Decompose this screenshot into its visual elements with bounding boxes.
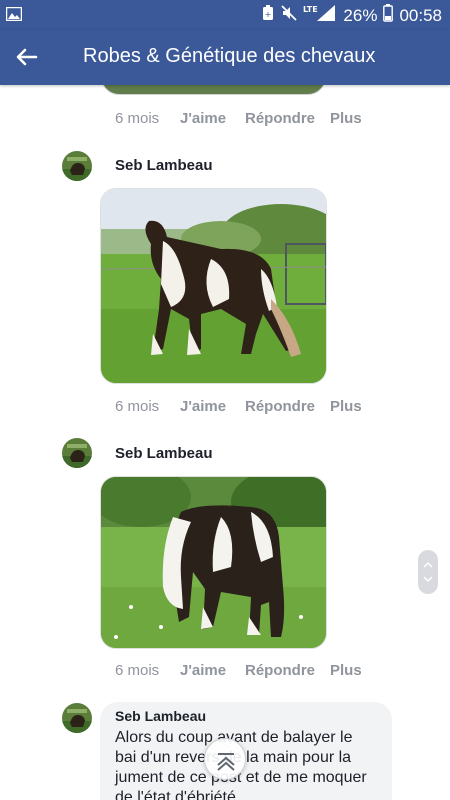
chevron-up-icon	[217, 753, 235, 771]
comment-author[interactable]: Seb Lambeau	[115, 445, 213, 462]
comment-photo[interactable]	[100, 188, 327, 384]
comment-time[interactable]: 6 mois	[115, 662, 180, 679]
comment-author[interactable]: Seb Lambeau	[115, 157, 213, 174]
comment-actions: 6 mois J'aime Répondre Plus	[115, 110, 362, 127]
mute-icon	[281, 5, 298, 26]
scroll-to-top-button[interactable]	[204, 738, 246, 780]
reply-button[interactable]: Répondre	[245, 398, 330, 415]
battery-saver-icon: +	[261, 5, 275, 26]
like-button[interactable]: J'aime	[180, 662, 245, 679]
gallery-notification-icon	[5, 6, 23, 26]
network-type-label: LTE	[303, 5, 318, 14]
clock: 00:58	[399, 5, 442, 25]
comment-actions: 6 mois J'aime Répondre Plus	[115, 662, 362, 679]
horse-image	[101, 477, 326, 648]
app-bar: Robes & Génétique des chevaux	[0, 30, 450, 85]
back-button[interactable]	[12, 42, 42, 72]
comment-actions: 6 mois J'aime Répondre Plus	[115, 398, 362, 415]
avatar[interactable]	[62, 151, 92, 181]
back-arrow-icon	[16, 48, 38, 66]
signal-icon: LTE	[303, 4, 337, 27]
horse-image	[101, 189, 326, 383]
comment-time[interactable]: 6 mois	[115, 398, 180, 415]
more-button[interactable]: Plus	[330, 662, 362, 679]
fast-scroll-handle[interactable]	[418, 550, 438, 594]
page-title: Robes & Génétique des chevaux	[83, 45, 376, 67]
comment-photo[interactable]	[100, 476, 327, 649]
comments-thread[interactable]: 6 mois J'aime Répondre Plus Seb Lambeau	[0, 85, 450, 800]
reply-button[interactable]: Répondre	[245, 662, 330, 679]
comment-time[interactable]: 6 mois	[115, 110, 180, 127]
scroll-arrows-icon	[423, 561, 433, 583]
more-button[interactable]: Plus	[330, 398, 362, 415]
status-bar: + LTE 26% 00:58	[0, 0, 450, 30]
avatar[interactable]	[62, 703, 92, 733]
reply-button[interactable]: Répondre	[245, 110, 330, 127]
comment-author[interactable]: Seb Lambeau	[115, 708, 377, 724]
previous-photo[interactable]	[101, 85, 326, 95]
avatar[interactable]	[62, 438, 92, 468]
svg-text:+: +	[265, 10, 272, 19]
battery-percent: 26%	[343, 5, 378, 25]
like-button[interactable]: J'aime	[180, 398, 245, 415]
battery-icon	[383, 4, 394, 27]
more-button[interactable]: Plus	[330, 110, 362, 127]
like-button[interactable]: J'aime	[180, 110, 245, 127]
